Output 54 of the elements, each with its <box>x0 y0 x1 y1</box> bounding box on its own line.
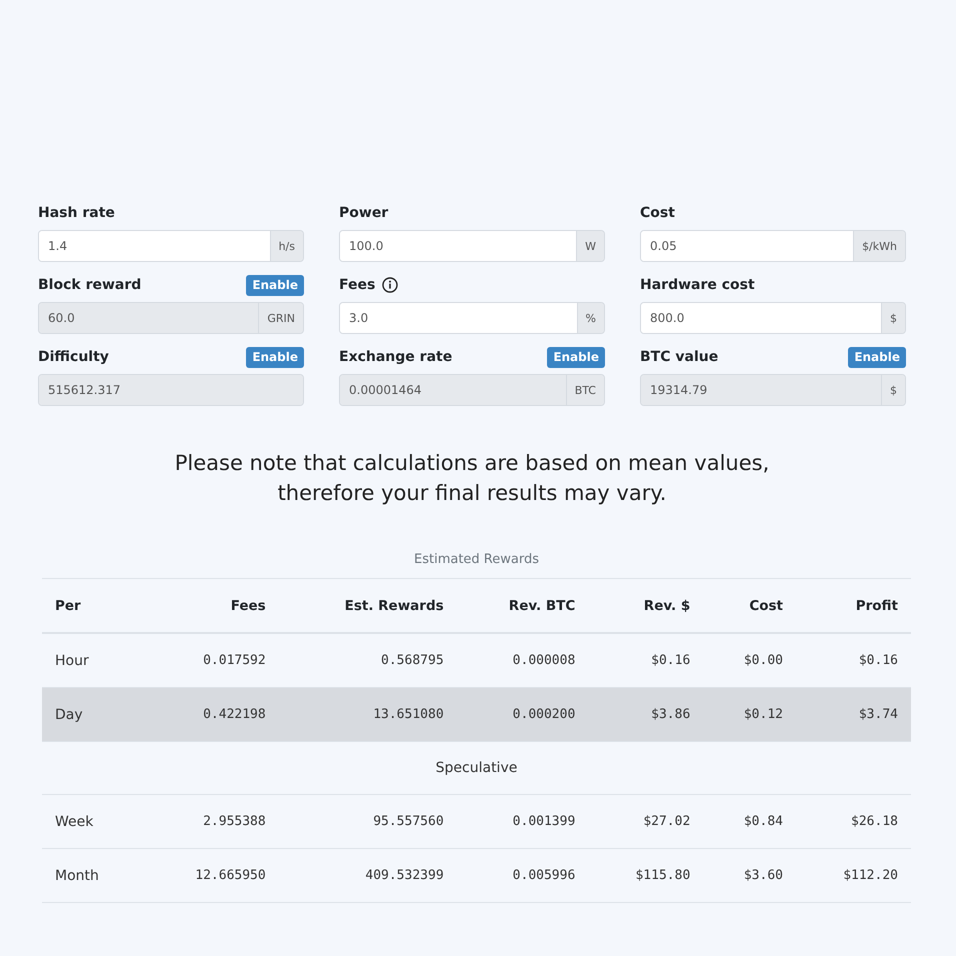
column-header: Fees <box>141 578 279 633</box>
info-icon[interactable] <box>382 277 398 293</box>
field-label: Fees <box>339 277 376 293</box>
number-field[interactable]: 0.05 $/kWh <box>640 230 906 262</box>
table-cell: Week <box>42 794 142 848</box>
table-cell: $3.86 <box>588 688 704 742</box>
unit-label: h/s <box>270 231 303 261</box>
unit-label: GRIN <box>258 303 303 333</box>
column-header: Rev. $ <box>588 578 704 633</box>
table-cell: $0.12 <box>703 688 796 742</box>
column-header: Per <box>42 578 142 633</box>
column-header: Est. Rewards <box>278 578 457 633</box>
unit-label: $ <box>881 303 905 333</box>
number-field[interactable]: 100.0 W <box>339 230 605 262</box>
column-header: Cost <box>703 578 796 633</box>
table-cell: 2.955388 <box>141 794 279 848</box>
unit-label: % <box>576 303 604 333</box>
field-label: Cost <box>640 205 675 221</box>
table-cell: $115.80 <box>588 848 704 902</box>
table-cell: $27.02 <box>588 794 704 848</box>
number-field[interactable]: 1.4 h/s <box>38 230 304 262</box>
field-label: Power <box>339 205 388 221</box>
table-caption: Estimated Rewards <box>414 552 539 567</box>
table-cell: $3.60 <box>703 848 796 902</box>
field-label: Hardware cost <box>640 277 755 293</box>
table-cell: $3.74 <box>796 688 911 742</box>
field-label: Block reward <box>38 277 142 293</box>
table-cell: 0.000200 <box>456 688 588 742</box>
table-cell: $112.20 <box>796 848 911 902</box>
table-cell: 12.665950 <box>141 848 279 902</box>
table-cell: 0.422198 <box>141 688 279 742</box>
number-field[interactable]: 800.0 $ <box>640 302 906 334</box>
table-cell: 95.557560 <box>278 794 457 848</box>
table-cell: 0.001399 <box>456 794 588 848</box>
number-field[interactable]: 3.0 % <box>339 302 605 334</box>
table-cell: $0.84 <box>703 794 796 848</box>
table-cell: $26.18 <box>796 794 911 848</box>
table-cell: Month <box>42 848 142 902</box>
table-cell: 0.005996 <box>456 848 588 902</box>
unit-label: W <box>576 231 604 261</box>
unit-label: $/kWh <box>853 231 905 261</box>
section-label: Speculative <box>42 742 911 794</box>
column-header: Profit <box>796 578 911 633</box>
unit-label: BTC <box>566 375 604 405</box>
field-label: BTC value <box>640 349 718 365</box>
field-label: Difficulty <box>38 349 109 365</box>
column-header: Rev. BTC <box>456 578 588 633</box>
table-cell: 409.532399 <box>278 848 457 902</box>
note-text: Please note that calculations are based on mean values, therefore your final results may vary. <box>174 450 770 507</box>
field-label: Exchange rate <box>339 349 452 365</box>
unit-label: $ <box>881 375 905 405</box>
table-cell: 13.651080 <box>278 688 457 742</box>
field-label: Hash rate <box>38 205 115 221</box>
table-cell: Day <box>42 688 142 742</box>
